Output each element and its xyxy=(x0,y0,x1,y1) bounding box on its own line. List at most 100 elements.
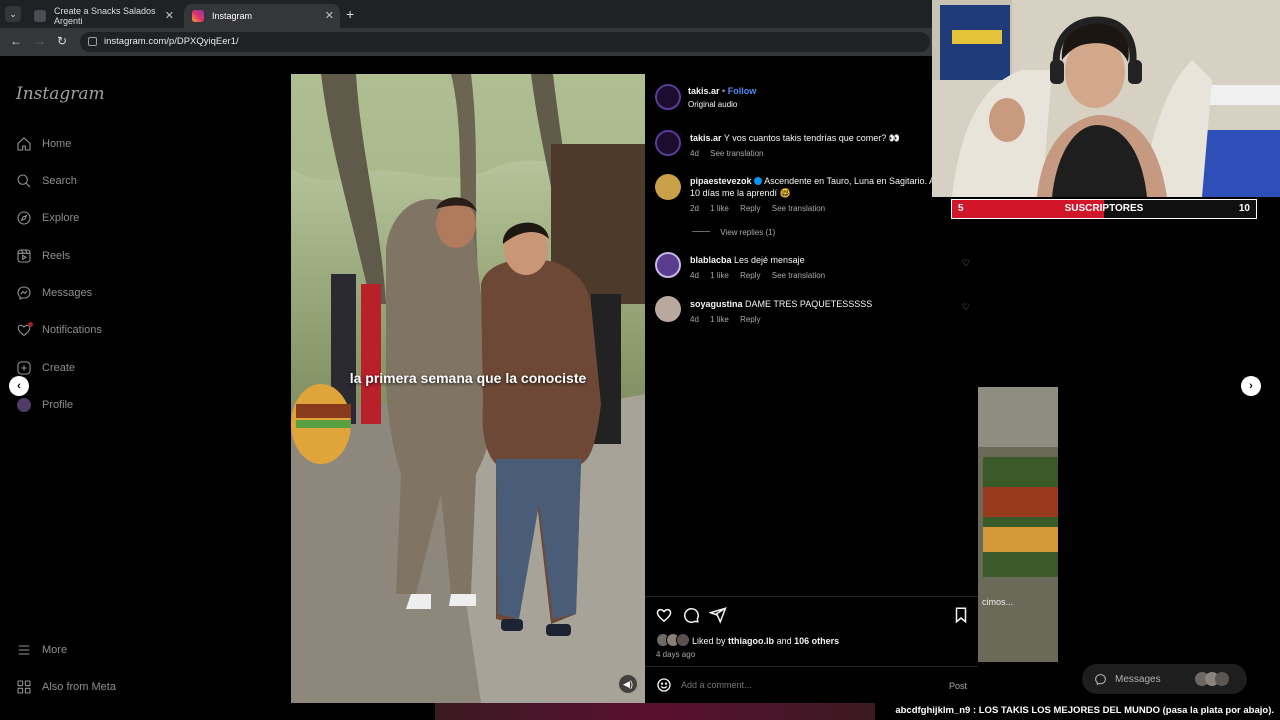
notification-dot xyxy=(28,322,33,327)
audio-label[interactable]: Original audio xyxy=(688,99,737,111)
comment-likes[interactable]: 1 like xyxy=(710,315,729,324)
sidebar-item-label: Search xyxy=(42,175,77,187)
share-send-icon[interactable] xyxy=(709,606,727,624)
sidebar-item-create[interactable]: Create xyxy=(16,357,75,379)
commenter-avatar[interactable] xyxy=(655,174,681,200)
divider xyxy=(645,596,978,597)
new-tab-plus-icon[interactable]: + xyxy=(346,6,354,22)
comment-bubble-icon[interactable] xyxy=(682,606,700,624)
back-arrow-icon[interactable]: ← xyxy=(10,34,22,48)
see-translation-link[interactable]: See translation xyxy=(772,204,825,213)
liked-by-others[interactable]: 106 others xyxy=(794,636,839,646)
liked-by-user[interactable]: tthiagoo.lb xyxy=(728,636,774,646)
sidebar-item-more[interactable]: More xyxy=(16,639,67,661)
reels-icon xyxy=(16,248,32,264)
caption-meta: 4d See translation xyxy=(690,149,773,158)
see-translation-link[interactable]: See translation xyxy=(710,149,763,158)
messages-dock[interactable]: Messages xyxy=(1082,664,1247,694)
next-post-preview[interactable]: cimos... xyxy=(978,387,1058,662)
liked-by-prefix: Liked by xyxy=(692,636,726,646)
comment-text: Ascendente en Tauro, Luna en Sagitario. … xyxy=(764,176,936,186)
post-video[interactable]: la primera semana que la conociste ◀) xyxy=(291,74,645,703)
liked-by-text: Liked by tthiagoo.lb and 106 others xyxy=(692,635,839,647)
forward-arrow-icon[interactable]: → xyxy=(34,34,46,48)
messages-dock-label: Messages xyxy=(1115,673,1161,685)
author-avatar[interactable] xyxy=(655,84,681,110)
comment-username[interactable]: pipaestevezok xyxy=(690,176,752,186)
site-info-icon[interactable] xyxy=(88,37,97,46)
emoji-picker-icon[interactable] xyxy=(656,677,672,693)
next-post-arrow-icon[interactable]: › xyxy=(1241,376,1261,396)
compass-icon xyxy=(16,210,32,226)
instagram-logo[interactable]: Instagram xyxy=(16,84,105,104)
sidebar-item-meta[interactable]: Also from Meta xyxy=(16,676,116,698)
post-timestamp[interactable]: 4 days ago xyxy=(656,650,695,659)
sidebar-item-profile[interactable]: Profile xyxy=(16,394,73,416)
commenter-avatar[interactable] xyxy=(655,296,681,322)
comment-likes[interactable]: 1 like xyxy=(710,204,729,213)
view-replies[interactable]: View replies (1) xyxy=(692,228,784,237)
comment-username[interactable]: soyagustina xyxy=(690,299,743,309)
sidebar-item-label: Home xyxy=(42,138,72,150)
reply-button[interactable]: Reply xyxy=(740,204,760,213)
sidebar-item-label: Reels xyxy=(42,250,71,262)
sidebar-item-search[interactable]: Search xyxy=(16,170,77,192)
url-text: instagram.com/p/DPXQyiqEer1/ xyxy=(104,36,239,47)
save-bookmark-icon[interactable] xyxy=(952,606,970,624)
close-tab-icon[interactable]: ✕ xyxy=(325,9,334,22)
address-bar[interactable]: instagram.com/p/DPXQyiqEer1/ xyxy=(80,32,930,52)
comment-meta: 2d 1 like Reply See translation xyxy=(690,204,834,213)
comment-text: Les dejé mensaje xyxy=(734,255,805,265)
sidebar-item-label: More xyxy=(42,644,68,656)
post-caption: takis.ar Y vos cuantos takis tendrías qu… xyxy=(690,132,970,144)
video-frame-image xyxy=(291,74,645,703)
browser-tab-snacks[interactable]: Create a Snacks Salados Argenti ✕ xyxy=(26,4,180,28)
liked-by-avatars xyxy=(656,633,690,647)
reply-button[interactable]: Reply xyxy=(740,271,760,280)
instagram-favicon-icon xyxy=(192,10,204,22)
like-comment-heart-icon[interactable]: ♡ xyxy=(962,258,970,269)
caption-avatar[interactable] xyxy=(655,130,681,156)
close-tab-icon[interactable]: ✕ xyxy=(165,9,174,22)
caption-username[interactable]: takis.ar xyxy=(690,133,722,143)
ticker-message: abcdfghijklm_n9 : LOS TAKIS LOS MEJORES … xyxy=(895,705,1274,716)
divider xyxy=(645,666,978,667)
sidebar-item-label: Notifications xyxy=(42,324,102,336)
webcam-image xyxy=(932,0,1280,197)
like-comment-heart-icon[interactable]: ♡ xyxy=(962,302,970,313)
comment-age: 4d xyxy=(690,271,699,280)
sidebar-item-notifications[interactable]: Notifications xyxy=(16,319,102,341)
reply-button[interactable]: Reply xyxy=(740,315,760,324)
comment-age: 4d xyxy=(690,315,699,324)
meta-icon xyxy=(16,679,32,695)
see-translation-link[interactable]: See translation xyxy=(772,271,825,280)
post-comment-button[interactable]: Post xyxy=(949,680,967,692)
comment-username[interactable]: blablacba xyxy=(690,255,732,265)
comment-meta: 4d 1 like Reply xyxy=(690,315,770,324)
mute-toggle-icon[interactable]: ◀) xyxy=(619,675,637,693)
tab-title: Create a Snacks Salados Argenti xyxy=(54,6,156,26)
preview-caption: cimos... xyxy=(982,597,1014,607)
comment-age: 2d xyxy=(690,204,699,213)
commenter-avatar[interactable] xyxy=(655,252,681,278)
previous-post-arrow-icon[interactable]: ‹ xyxy=(9,376,29,396)
messages-avatars xyxy=(1195,672,1231,686)
streamer-webcam xyxy=(932,0,1280,197)
sidebar-item-reels[interactable]: Reels xyxy=(16,245,70,267)
sidebar-item-label: Also from Meta xyxy=(42,681,116,693)
add-comment-input[interactable] xyxy=(681,677,931,693)
browser-tab-instagram[interactable]: Instagram ✕ xyxy=(184,4,340,28)
tab-search-chevron-icon[interactable]: ⌄ xyxy=(5,6,21,22)
instagram-sidebar: Instagram Home Search Explore Reels Mess… xyxy=(0,56,290,720)
heart-icon xyxy=(16,322,33,338)
like-heart-icon[interactable] xyxy=(655,606,673,624)
reload-icon[interactable]: ↻ xyxy=(57,34,67,48)
sidebar-item-explore[interactable]: Explore xyxy=(16,207,79,229)
subscriber-goal-label: SUSCRIPTORES xyxy=(1064,203,1144,214)
sidebar-item-messages[interactable]: Messages xyxy=(16,282,92,304)
follow-button[interactable]: Follow xyxy=(728,86,757,96)
comment-meta: 4d 1 like Reply See translation xyxy=(690,271,834,280)
comment-likes[interactable]: 1 like xyxy=(710,271,729,280)
author-username[interactable]: takis.ar xyxy=(688,86,720,96)
sidebar-item-home[interactable]: Home xyxy=(16,133,71,155)
